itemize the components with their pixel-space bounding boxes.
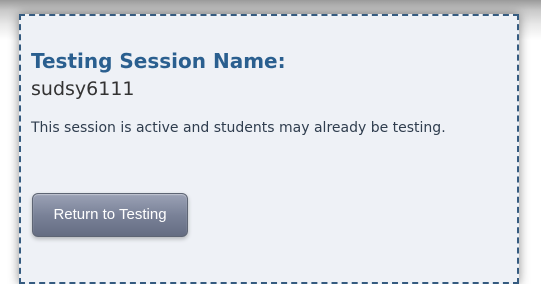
return-to-testing-button[interactable]: Return to Testing [32,193,188,237]
session-name-value: sudsy6111 [31,78,135,100]
session-title: Testing Session Name: [31,49,286,73]
session-status-message: This session is active and students may … [31,120,446,136]
